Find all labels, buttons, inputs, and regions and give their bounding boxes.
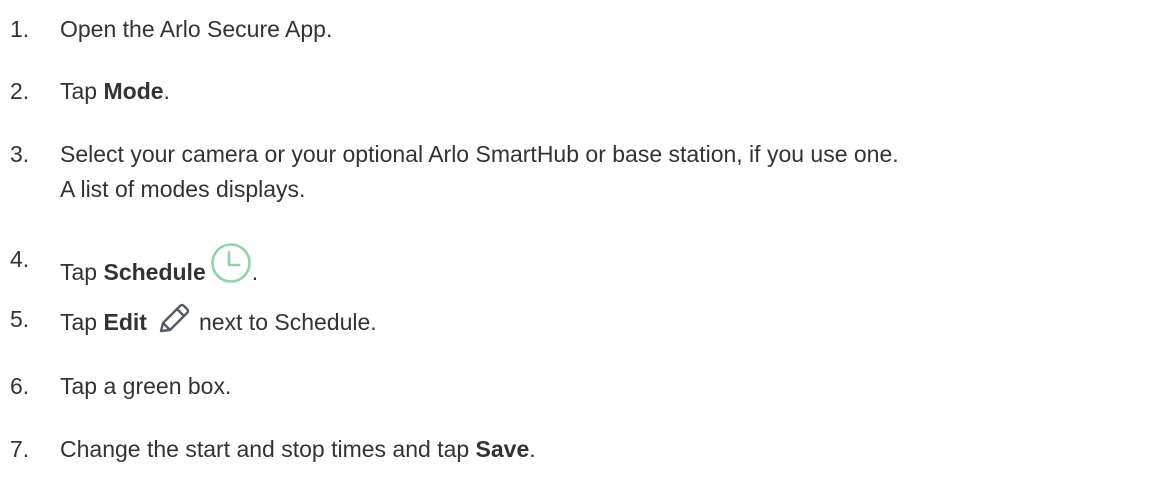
save-label: Save [475, 436, 530, 462]
step-text: Select your camera or your optional Arlo… [60, 137, 899, 207]
step-line-1: Select your camera or your optional Arlo… [60, 141, 899, 167]
step-line-2: A list of modes displays. [60, 176, 306, 202]
step-4: 4. Tap Schedule. [10, 242, 1151, 294]
step-prefix: Tap [60, 309, 104, 335]
step-text: Tap a green box. [60, 373, 232, 399]
step-prefix: Change the start and stop times and tap [60, 436, 476, 462]
step-3: 3. Select your camera or your optional A… [10, 137, 1151, 207]
step-6: 6. Tap a green box. [10, 369, 1151, 404]
step-number: 2. [10, 78, 30, 104]
step-text: Change the start and stop times and tap … [60, 432, 536, 467]
step-number: 7. [10, 436, 30, 462]
step-1: 1. Open the Arlo Secure App. [10, 12, 1151, 47]
step-prefix: Tap [60, 78, 104, 104]
step-suffix: . [529, 436, 536, 462]
schedule-label: Schedule [103, 259, 206, 285]
mode-label: Mode [103, 78, 164, 104]
step-7: 7. Change the start and stop times and t… [10, 432, 1151, 467]
step-2: 2. Tap Mode. [10, 74, 1151, 109]
step-suffix: next to Schedule. [198, 309, 377, 335]
step-number: 3. [10, 141, 30, 167]
step-suffix: . [251, 259, 259, 285]
step-text: Tap Schedule. [60, 242, 258, 294]
step-suffix: . [163, 78, 170, 104]
step-text: Open the Arlo Secure App. [60, 16, 333, 42]
step-number: 1. [10, 16, 30, 42]
step-text: Tap Mode. [60, 74, 170, 109]
step-number: 4. [10, 246, 30, 272]
step-5: 5. Tap Edit next to Schedule. [10, 302, 1151, 346]
step-text: Tap Edit next to Schedule. [60, 302, 377, 346]
step-prefix: Tap [60, 259, 104, 285]
step-number: 5. [10, 306, 30, 332]
step-number: 6. [10, 373, 30, 399]
clock-icon [210, 242, 252, 294]
pencil-icon [155, 302, 191, 346]
edit-label: Edit [103, 309, 147, 335]
